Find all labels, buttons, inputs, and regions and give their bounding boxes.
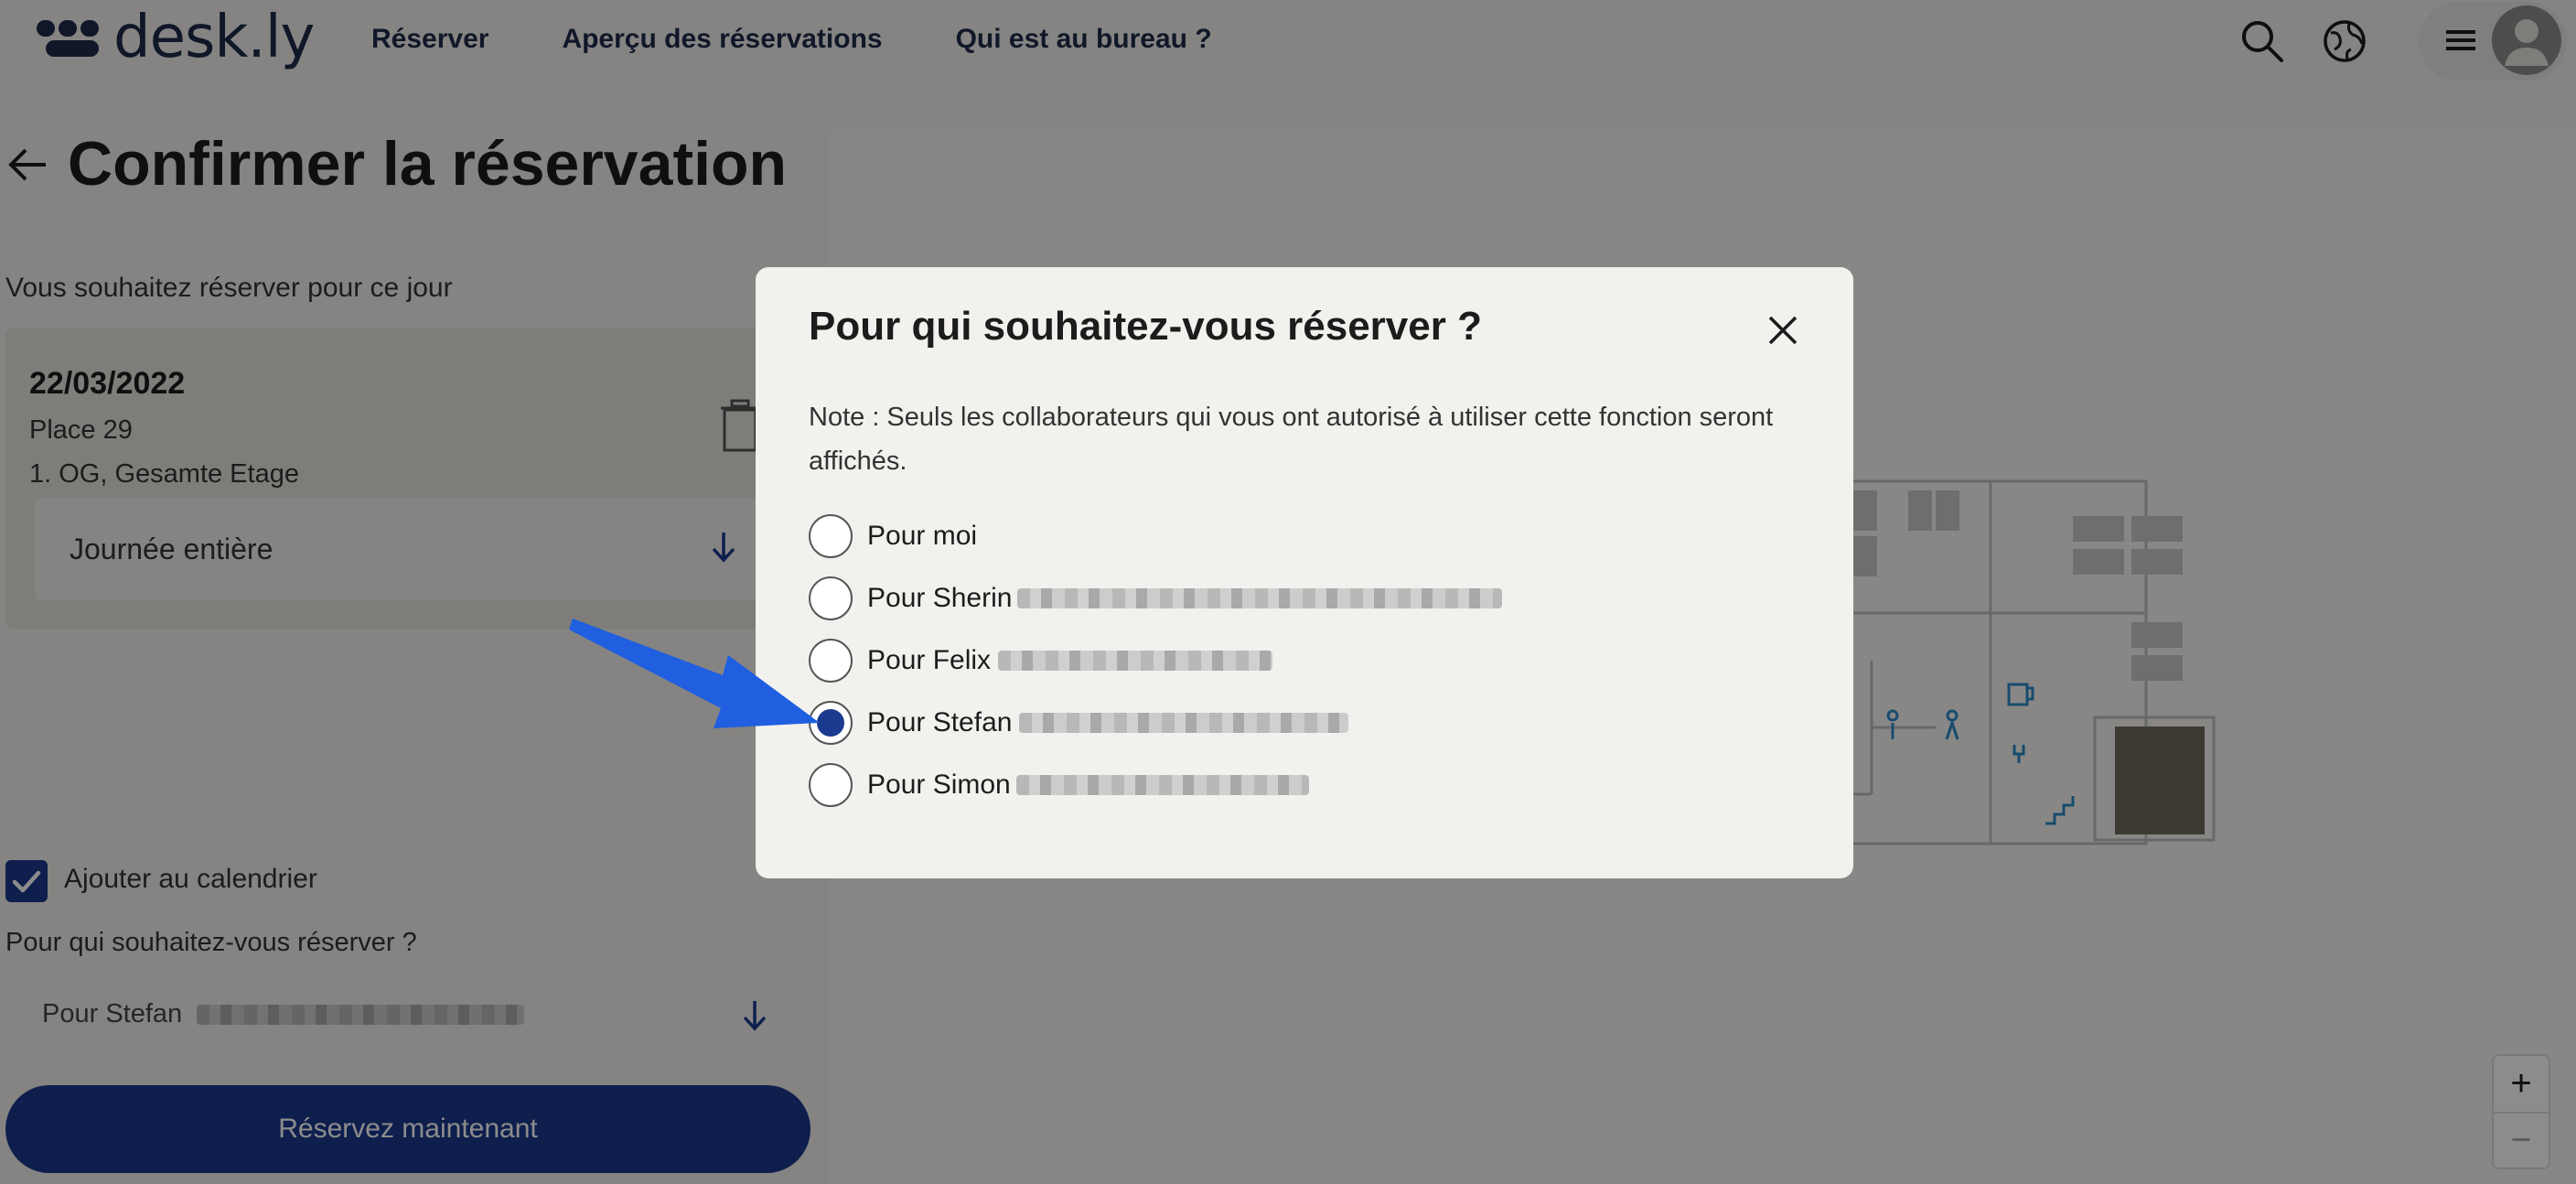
- option-label: Pour Stefan: [867, 707, 1013, 737]
- redacted-surname: [1015, 775, 1309, 795]
- option-label: Pour Felix: [867, 645, 992, 675]
- option-label: Pour Sherin: [867, 583, 1013, 613]
- radio-button[interactable]: [809, 763, 853, 807]
- radio-button[interactable]: [809, 514, 853, 558]
- option-for-me[interactable]: Pour moi: [809, 514, 977, 558]
- option-for-simon[interactable]: Pour Simon: [809, 763, 1309, 807]
- option-for-sherin[interactable]: Pour Sherin: [809, 576, 1503, 620]
- radio-button[interactable]: [809, 576, 853, 620]
- annotation-arrow-icon: [569, 619, 820, 728]
- option-label: Pour Simon: [867, 770, 1011, 800]
- select-person-dialog: Pour qui souhaitez-vous réserver ? Note …: [756, 267, 1853, 878]
- redacted-surname: [1019, 713, 1349, 733]
- redacted-surname: [998, 651, 1273, 671]
- dialog-note: Note : Seuls les collaborateurs qui vous…: [809, 403, 1774, 476]
- redacted-surname: [1017, 588, 1503, 608]
- option-for-stefan[interactable]: Pour Stefan: [809, 701, 1349, 745]
- option-for-felix[interactable]: Pour Felix: [809, 639, 1273, 683]
- option-label: Pour moi: [867, 521, 978, 551]
- dialog-title: Pour qui souhaitez-vous réserver ?: [809, 304, 1482, 349]
- close-icon[interactable]: [1767, 315, 1798, 346]
